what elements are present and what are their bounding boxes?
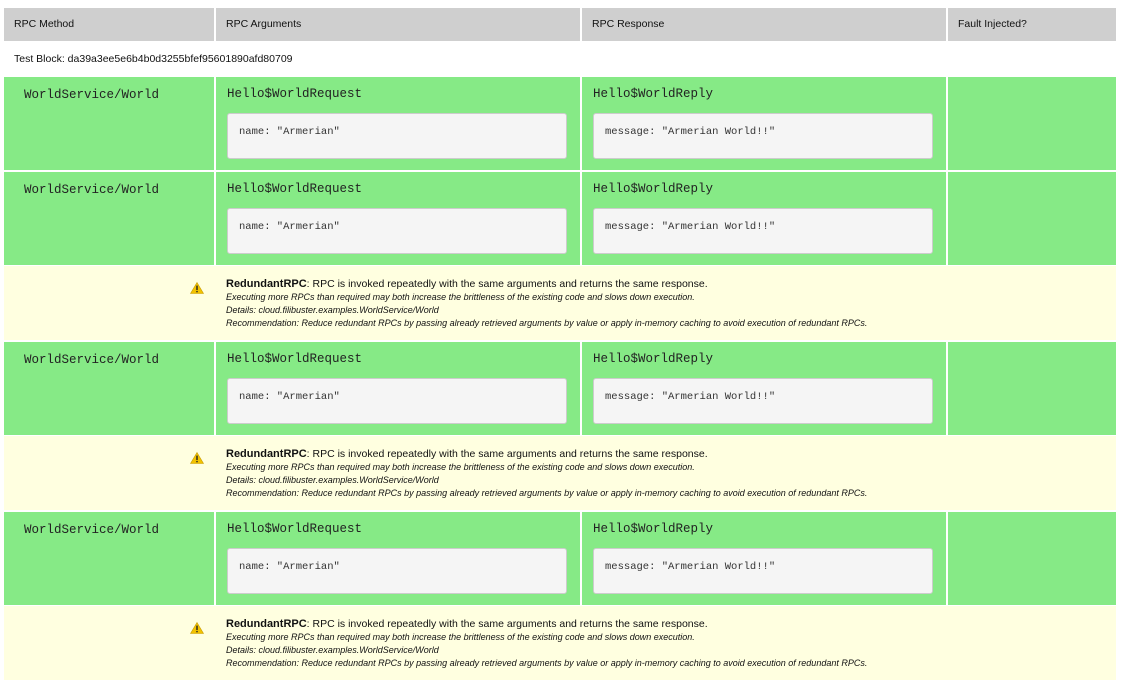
rpc-response-cell: Hello$WorldReply message: "Armerian Worl… [582, 172, 946, 265]
warning-text: RedundantRPC: RPC is invoked repeatedly … [226, 618, 867, 670]
fault-injected-cell [948, 512, 1116, 605]
warning-icon [190, 622, 204, 634]
warning-title-line: RedundantRPC: RPC is invoked repeatedly … [226, 618, 867, 631]
rpc-arguments-cell: Hello$WorldRequest name: "Armerian" [216, 342, 580, 435]
request-type: Hello$WorldRequest [227, 522, 363, 536]
response-type: Hello$WorldReply [593, 182, 714, 196]
warning-title: RedundantRPC [226, 278, 307, 290]
response-body-box: message: "Armerian World!!" [593, 208, 933, 254]
warning-summary: : RPC is invoked repeatedly with the sam… [306, 448, 708, 460]
rpc-arguments-cell: Hello$WorldRequest name: "Armerian" [216, 512, 580, 605]
rpc-arguments-cell: Hello$WorldRequest name: "Armerian" [216, 172, 580, 265]
warning-recommendation: Recommendation: Reduce redundant RPCs by… [226, 318, 868, 328]
rpc-method-name: WorldService/World [24, 183, 160, 197]
request-body-box: name: "Armerian" [227, 378, 567, 424]
rpc-method-cell: WorldService/World [4, 77, 214, 170]
response-type: Hello$WorldReply [593, 522, 714, 536]
warning-text: RedundantRPC: RPC is invoked repeatedly … [226, 448, 867, 500]
response-type: Hello$WorldReply [593, 87, 714, 101]
rpc-method-cell: WorldService/World [4, 172, 214, 265]
rpc-method-name: WorldService/World [24, 88, 160, 102]
warning-recommendation: Recommendation: Reduce redundant RPCs by… [226, 658, 868, 668]
request-body-box: name: "Armerian" [227, 548, 567, 594]
rpc-method-cell: WorldService/World [4, 512, 214, 605]
warning-summary: : RPC is invoked repeatedly with the sam… [306, 278, 708, 290]
warning-recommendation: Recommendation: Reduce redundant RPCs by… [226, 488, 868, 498]
warning-details: Details: cloud.filibuster.examples.World… [226, 475, 439, 485]
request-body-box: name: "Armerian" [227, 113, 567, 159]
column-header-rpc-response: RPC Response [582, 8, 946, 41]
column-header-rpc-arguments: RPC Arguments [216, 8, 580, 41]
rpc-method-cell: WorldService/World [4, 342, 214, 435]
redundant-rpc-warning-row: RedundantRPC: RPC is invoked repeatedly … [4, 436, 1116, 510]
request-type: Hello$WorldRequest [227, 352, 363, 366]
warning-icon [190, 452, 204, 464]
rpc-response-cell: Hello$WorldReply message: "Armerian Worl… [582, 77, 946, 170]
warning-text: RedundantRPC: RPC is invoked repeatedly … [226, 278, 867, 330]
rpc-arguments-cell: Hello$WorldRequest name: "Armerian" [216, 77, 580, 170]
fault-injected-cell [948, 172, 1116, 265]
warning-impact: Executing more RPCs than required may bo… [226, 462, 695, 472]
warning-title-line: RedundantRPC: RPC is invoked repeatedly … [226, 278, 867, 291]
rpc-method-name: WorldService/World [24, 523, 160, 537]
warning-impact: Executing more RPCs than required may bo… [226, 632, 695, 642]
warning-impact: Executing more RPCs than required may bo… [226, 292, 695, 302]
warning-details: Details: cloud.filibuster.examples.World… [226, 305, 439, 315]
column-header-fault-injected: Fault Injected? [948, 8, 1116, 41]
request-type: Hello$WorldRequest [227, 87, 363, 101]
redundant-rpc-warning-row: RedundantRPC: RPC is invoked repeatedly … [4, 606, 1116, 680]
response-body-box: message: "Armerian World!!" [593, 548, 933, 594]
response-type: Hello$WorldReply [593, 352, 714, 366]
rpc-report-table: RPC Method RPC Arguments RPC Response Fa… [4, 8, 1116, 680]
column-header-rpc-method: RPC Method [4, 8, 214, 41]
request-type: Hello$WorldRequest [227, 182, 363, 196]
warning-summary: : RPC is invoked repeatedly with the sam… [306, 618, 708, 630]
warning-title: RedundantRPC [226, 448, 307, 460]
fault-injected-cell [948, 77, 1116, 170]
rpc-method-name: WorldService/World [24, 353, 160, 367]
response-body-box: message: "Armerian World!!" [593, 378, 933, 424]
warning-title-line: RedundantRPC: RPC is invoked repeatedly … [226, 448, 867, 461]
rpc-response-cell: Hello$WorldReply message: "Armerian Worl… [582, 512, 946, 605]
redundant-rpc-warning-row: RedundantRPC: RPC is invoked repeatedly … [4, 266, 1116, 340]
request-body-box: name: "Armerian" [227, 208, 567, 254]
warning-title: RedundantRPC [226, 618, 307, 630]
warning-details: Details: cloud.filibuster.examples.World… [226, 645, 439, 655]
response-body-box: message: "Armerian World!!" [593, 113, 933, 159]
warning-icon [190, 282, 204, 294]
fault-injected-cell [948, 342, 1116, 435]
test-block-label: Test Block: da39a3ee5e6b4b0d3255bfef9560… [14, 53, 293, 65]
rpc-response-cell: Hello$WorldReply message: "Armerian Worl… [582, 342, 946, 435]
